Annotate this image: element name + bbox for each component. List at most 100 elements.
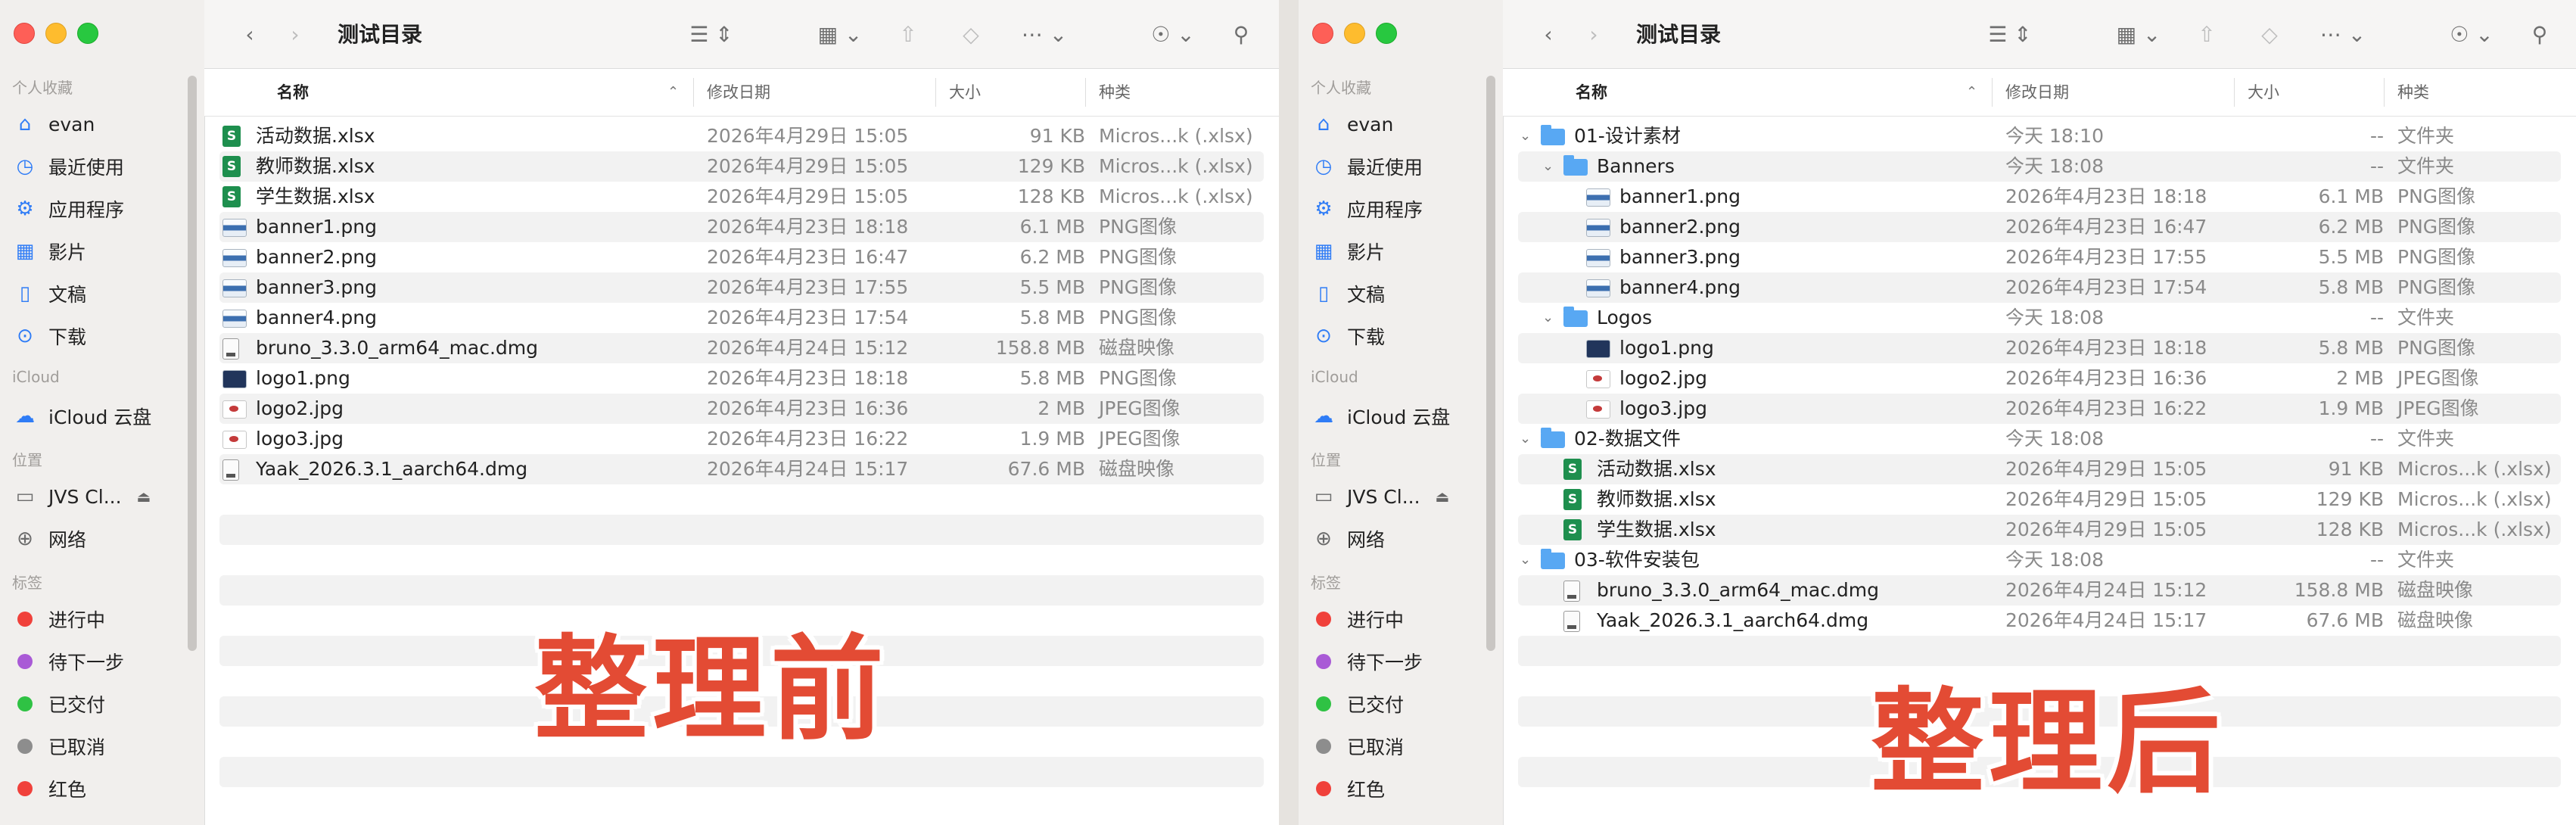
sidebar-scrollbar[interactable] [1486, 76, 1495, 651]
sidebar-item[interactable]: ⌂ evan [12, 106, 95, 142]
view-list-button[interactable]: ☰ ⇕ [681, 17, 742, 51]
file-row[interactable]: S 教师数据.xlsx 2026年4月29日 15:05 129 KB Micros..… [1518, 484, 2561, 515]
file-row[interactable]: bruno_3.3.0_arm64_mac.dmg 2026年4月24日 15:1… [1518, 575, 2561, 606]
file-row[interactable]: S 学生数据.xlsx 2026年4月29日 15:05 128 KB Micros..… [219, 182, 1264, 212]
sidebar-scrollbar[interactable] [188, 76, 197, 651]
minimize-window-button[interactable] [1344, 23, 1365, 44]
back-button[interactable]: ‹ [1533, 17, 1563, 51]
file-row[interactable]: banner1.png 2026年4月23日 18:18 6.1 MB PNG图像 [219, 212, 1264, 242]
share-button[interactable]: ⇧ [2192, 17, 2222, 51]
file-row[interactable]: banner1.png 2026年4月23日 18:18 6.1 MB PNG图像 [1518, 182, 2561, 212]
view-list-button[interactable]: ☰ ⇕ [1980, 17, 2040, 51]
search-button[interactable]: ⚲ [2525, 17, 2555, 51]
sidebar-item[interactable]: ☁ iCloud 云盘 [1311, 398, 1450, 434]
column-name[interactable]: 名称 [277, 69, 309, 116]
sidebar-tag[interactable]: 进行中 [1311, 601, 1404, 637]
file-row[interactable]: S 活动数据.xlsx 2026年4月29日 15:05 91 KB Micros...… [1518, 454, 2561, 484]
tag-button[interactable]: ◇ [2252, 17, 2287, 51]
minimize-window-button[interactable] [45, 23, 67, 44]
disclosure-triangle-icon[interactable]: ⌄ [1542, 303, 1554, 333]
file-row[interactable]: banner4.png 2026年4月23日 17:54 5.8 MB PNG图像 [1518, 272, 2561, 303]
sidebar-item[interactable]: ◷ 最近使用 [12, 148, 124, 185]
file-row[interactable]: Yaak_2026.3.1_aarch64.dmg 2026年4月24日 15:1… [219, 454, 1264, 484]
file-row[interactable]: banner3.png 2026年4月23日 17:55 5.5 MB PNG图像 [219, 272, 1264, 303]
sidebar-tag[interactable]: 已取消 [12, 728, 105, 764]
folder-icon [1563, 155, 1588, 176]
airdrop-button[interactable]: ☉ ⌄ [1143, 17, 1203, 51]
more-actions-button[interactable]: ⋯ ⌄ [1014, 17, 1075, 51]
sidebar-item[interactable]: ⚙ 应用程序 [1311, 191, 1423, 227]
sidebar-item[interactable]: ▯ 文稿 [12, 276, 86, 312]
sidebar-item[interactable]: ▭ JVS Cl... ⏏ [12, 478, 151, 515]
sidebar-tag[interactable]: 红色 [1311, 771, 1385, 807]
forward-button[interactable]: › [1579, 17, 1609, 51]
disclosure-triangle-icon[interactable]: ⌄ [1520, 121, 1531, 151]
group-button[interactable]: ▦ ⌄ [2108, 17, 2169, 51]
column-date[interactable]: 修改日期 [707, 69, 770, 116]
sidebar-item[interactable]: ⊙ 下载 [1311, 318, 1385, 354]
column-size[interactable]: 大小 [2248, 69, 2279, 116]
file-row[interactable]: ⌄ 02-数据文件 今天 18:08 -- 文件夹 [1518, 424, 2561, 454]
sidebar-item[interactable]: ▦ 影片 [1311, 233, 1385, 269]
sidebar-item[interactable]: ⊙ 下载 [12, 318, 86, 354]
search-button[interactable]: ⚲ [1226, 17, 1256, 51]
file-row[interactable]: ⌄ 01-设计素材 今天 18:10 -- 文件夹 [1518, 121, 2561, 151]
sidebar-tag[interactable]: 进行中 [12, 601, 105, 637]
close-window-button[interactable] [14, 23, 35, 44]
sidebar-item[interactable]: ▦ 影片 [12, 233, 86, 269]
file-row[interactable]: logo3.jpg 2026年4月23日 16:22 1.9 MB JPEG图像 [1518, 394, 2561, 424]
column-size[interactable]: 大小 [949, 69, 981, 116]
sidebar-item[interactable]: ☁ iCloud 云盘 [12, 398, 151, 434]
file-row[interactable]: Yaak_2026.3.1_aarch64.dmg 2026年4月24日 15:1… [1518, 606, 2561, 636]
file-row[interactable]: logo1.png 2026年4月23日 18:18 5.8 MB PNG图像 [1518, 333, 2561, 363]
file-row[interactable]: logo1.png 2026年4月23日 18:18 5.8 MB PNG图像 [219, 363, 1264, 394]
close-window-button[interactable] [1312, 23, 1333, 44]
file-row[interactable]: logo3.jpg 2026年4月23日 16:22 1.9 MB JPEG图像 [219, 424, 1264, 454]
file-row[interactable]: logo2.jpg 2026年4月23日 16:36 2 MB JPEG图像 [1518, 363, 2561, 394]
column-date[interactable]: 修改日期 [2005, 69, 2069, 116]
airdrop-button[interactable]: ☉ ⌄ [2441, 17, 2502, 51]
zoom-window-button[interactable] [77, 23, 98, 44]
sidebar-item[interactable]: ◷ 最近使用 [1311, 148, 1423, 185]
column-kind[interactable]: 种类 [2397, 69, 2429, 116]
file-row[interactable]: bruno_3.3.0_arm64_mac.dmg 2026年4月24日 15:1… [219, 333, 1264, 363]
sidebar-tag[interactable]: 待下一步 [12, 643, 124, 680]
group-button[interactable]: ▦ ⌄ [810, 17, 870, 51]
file-row[interactable]: S 教师数据.xlsx 2026年4月29日 15:05 129 KB Micros..… [219, 151, 1264, 182]
file-row[interactable]: S 活动数据.xlsx 2026年4月29日 15:05 91 KB Micros...… [219, 121, 1264, 151]
tag-button[interactable]: ◇ [954, 17, 988, 51]
file-row[interactable]: banner2.png 2026年4月23日 16:47 6.2 MB PNG图像 [1518, 212, 2561, 242]
sidebar-tag[interactable]: 已交付 [1311, 686, 1404, 722]
eject-icon[interactable]: ⏏ [1436, 487, 1450, 506]
eject-icon[interactable]: ⏏ [137, 487, 151, 506]
file-row[interactable]: banner4.png 2026年4月23日 17:54 5.8 MB PNG图像 [219, 303, 1264, 333]
sidebar-item[interactable]: ⊕ 网络 [12, 521, 86, 557]
file-row[interactable]: ⌄ 03-软件安装包 今天 18:08 -- 文件夹 [1518, 545, 2561, 575]
file-row[interactable]: S 学生数据.xlsx 2026年4月29日 15:05 128 KB Micros..… [1518, 515, 2561, 545]
forward-button[interactable]: › [280, 17, 310, 51]
column-name[interactable]: 名称 [1576, 69, 1607, 116]
zoom-window-button[interactable] [1376, 23, 1397, 44]
file-row[interactable]: logo2.jpg 2026年4月23日 16:36 2 MB JPEG图像 [219, 394, 1264, 424]
sidebar-item[interactable]: ⚙ 应用程序 [12, 191, 124, 227]
file-row[interactable]: ⌄ Logos 今天 18:08 -- 文件夹 [1518, 303, 2561, 333]
file-row[interactable]: ⌄ Banners 今天 18:08 -- 文件夹 [1518, 151, 2561, 182]
sidebar-item[interactable]: ⌂ evan [1311, 106, 1394, 142]
sidebar-tag[interactable]: 已交付 [12, 686, 105, 722]
more-actions-button[interactable]: ⋯ ⌄ [2313, 17, 2373, 51]
back-button[interactable]: ‹ [235, 17, 265, 51]
sidebar-item[interactable]: ▯ 文稿 [1311, 276, 1385, 312]
column-kind[interactable]: 种类 [1099, 69, 1131, 116]
sidebar-item[interactable]: ⊕ 网络 [1311, 521, 1385, 557]
sidebar-tag[interactable]: 已取消 [1311, 728, 1404, 764]
disclosure-triangle-icon[interactable]: ⌄ [1520, 545, 1531, 575]
file-row[interactable]: banner2.png 2026年4月23日 16:47 6.2 MB PNG图像 [219, 242, 1264, 272]
sidebar-tag[interactable]: 待下一步 [1311, 643, 1423, 680]
share-button[interactable]: ⇧ [893, 17, 923, 51]
sidebar-item[interactable]: ▭ JVS Cl... ⏏ [1311, 478, 1450, 515]
disclosure-triangle-icon[interactable]: ⌄ [1520, 424, 1531, 454]
file-row[interactable]: banner3.png 2026年4月23日 17:55 5.5 MB PNG图像 [1518, 242, 2561, 272]
clock-icon: ◷ [1314, 155, 1333, 178]
disclosure-triangle-icon[interactable]: ⌄ [1542, 151, 1554, 182]
sidebar-tag[interactable]: 红色 [12, 771, 86, 807]
